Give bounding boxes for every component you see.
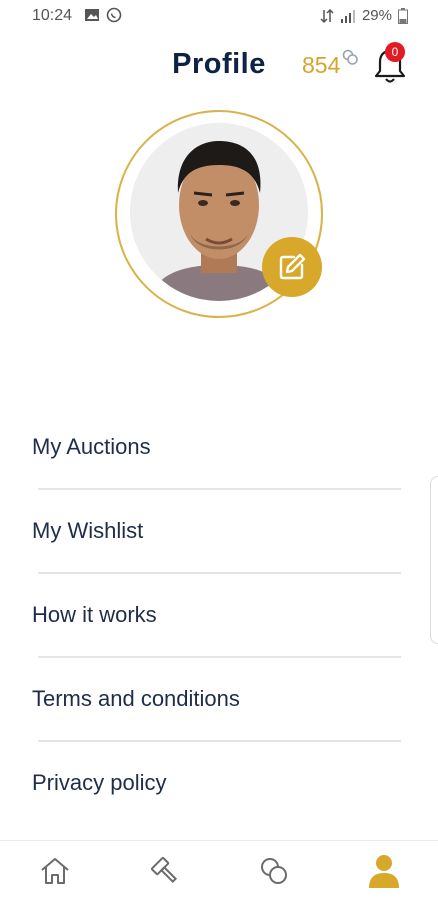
battery-icon: [398, 7, 408, 24]
status-right: 29%: [320, 7, 408, 24]
notification-badge: 0: [385, 42, 405, 62]
status-bar: 10:24 29%: [0, 0, 438, 34]
edit-icon: [279, 253, 306, 280]
side-panel-handle[interactable]: [430, 476, 438, 644]
nav-home[interactable]: [35, 851, 75, 891]
profile-menu: My Auctions My Wishlist How it works Ter…: [0, 406, 438, 826]
auction-hammer-icon: [150, 856, 178, 884]
menu-item-privacy-policy[interactable]: Privacy policy: [0, 742, 438, 826]
whatsapp-icon: [106, 7, 122, 23]
menu-item-my-wishlist[interactable]: My Wishlist: [0, 490, 438, 574]
data-icon: [320, 8, 334, 23]
menu-item-label: How it works: [32, 602, 157, 627]
battery-percent: 29%: [361, 7, 392, 24]
status-left-icons: [84, 7, 122, 23]
menu-item-label: My Auctions: [32, 434, 151, 459]
home-icon: [41, 858, 69, 884]
edit-profile-button[interactable]: [262, 237, 322, 297]
menu-item-label: My Wishlist: [32, 518, 144, 543]
bottom-nav: [0, 840, 438, 901]
status-time: 10:24: [32, 7, 73, 24]
coins-balance[interactable]: 854: [302, 49, 359, 79]
signal-icon: [340, 9, 355, 23]
coins-icon: [343, 49, 359, 65]
menu-item-label: Privacy policy: [32, 770, 167, 795]
coins-icon: [261, 858, 287, 884]
coins-count: 854: [302, 52, 341, 78]
nav-auctions[interactable]: [145, 851, 185, 891]
menu-item-how-it-works[interactable]: How it works: [0, 574, 438, 658]
nav-coins[interactable]: [254, 851, 294, 891]
menu-item-my-auctions[interactable]: My Auctions: [0, 406, 438, 490]
menu-item-label: Terms and conditions: [32, 686, 240, 711]
header: Profile 854: [0, 34, 438, 98]
profile-icon: [369, 855, 399, 888]
nav-profile[interactable]: [364, 851, 404, 891]
menu-item-terms-and-conditions[interactable]: Terms and conditions: [0, 658, 438, 742]
image-icon: [85, 9, 99, 21]
